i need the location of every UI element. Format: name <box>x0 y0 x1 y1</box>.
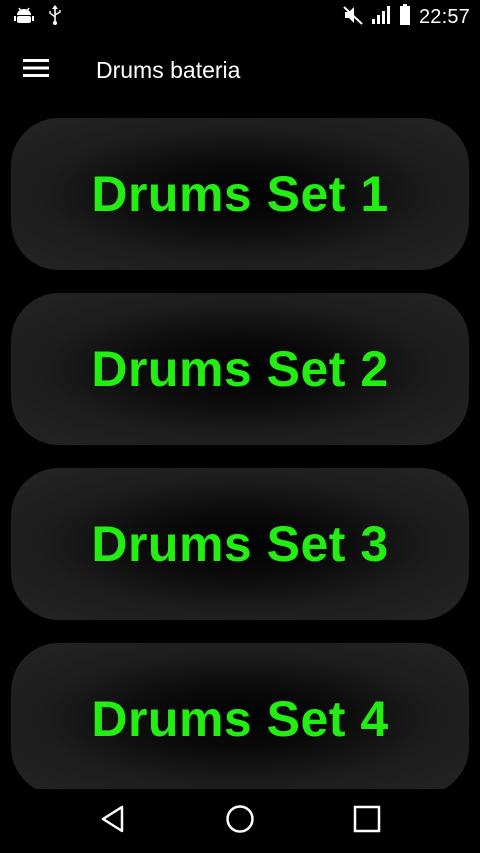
hamburger-menu-icon <box>23 58 49 83</box>
drum-set-list: Drums Set 1 Drums Set 2 Drums Set 3 Drum… <box>11 118 469 818</box>
hamburger-menu-button[interactable] <box>0 34 74 106</box>
status-left <box>14 4 62 30</box>
drum-set-2-button[interactable]: Drums Set 2 <box>11 293 469 445</box>
drum-set-1-button[interactable]: Drums Set 1 <box>11 118 469 270</box>
drum-set-3-button[interactable]: Drums Set 3 <box>11 468 469 620</box>
home-button[interactable] <box>210 791 270 851</box>
status-right: 22:57 <box>343 3 470 31</box>
drum-set-label: Drums Set 1 <box>91 166 389 222</box>
android-debug-icon <box>14 6 34 29</box>
drum-set-label: Drums Set 2 <box>91 341 389 397</box>
status-bar: 22:57 <box>0 0 480 34</box>
status-time: 22:57 <box>418 5 470 28</box>
app-bar: Drums bateria <box>0 34 480 106</box>
drum-set-4-button[interactable]: Drums Set 4 <box>11 643 469 795</box>
signal-icon <box>371 5 391 30</box>
mute-icon <box>343 5 363 30</box>
drum-set-label: Drums Set 4 <box>91 691 389 747</box>
battery-icon <box>399 3 411 31</box>
usb-icon <box>48 4 62 30</box>
back-button[interactable] <box>83 791 143 851</box>
recents-icon <box>353 805 381 838</box>
app-title: Drums bateria <box>96 56 241 83</box>
home-icon <box>225 804 255 839</box>
screen: 22:57 Drums bateria Drums Set 1 Drums Se… <box>0 0 480 853</box>
recents-button[interactable] <box>337 791 397 851</box>
drum-set-label: Drums Set 3 <box>91 516 389 572</box>
back-icon <box>100 805 126 838</box>
navigation-bar <box>0 789 480 853</box>
